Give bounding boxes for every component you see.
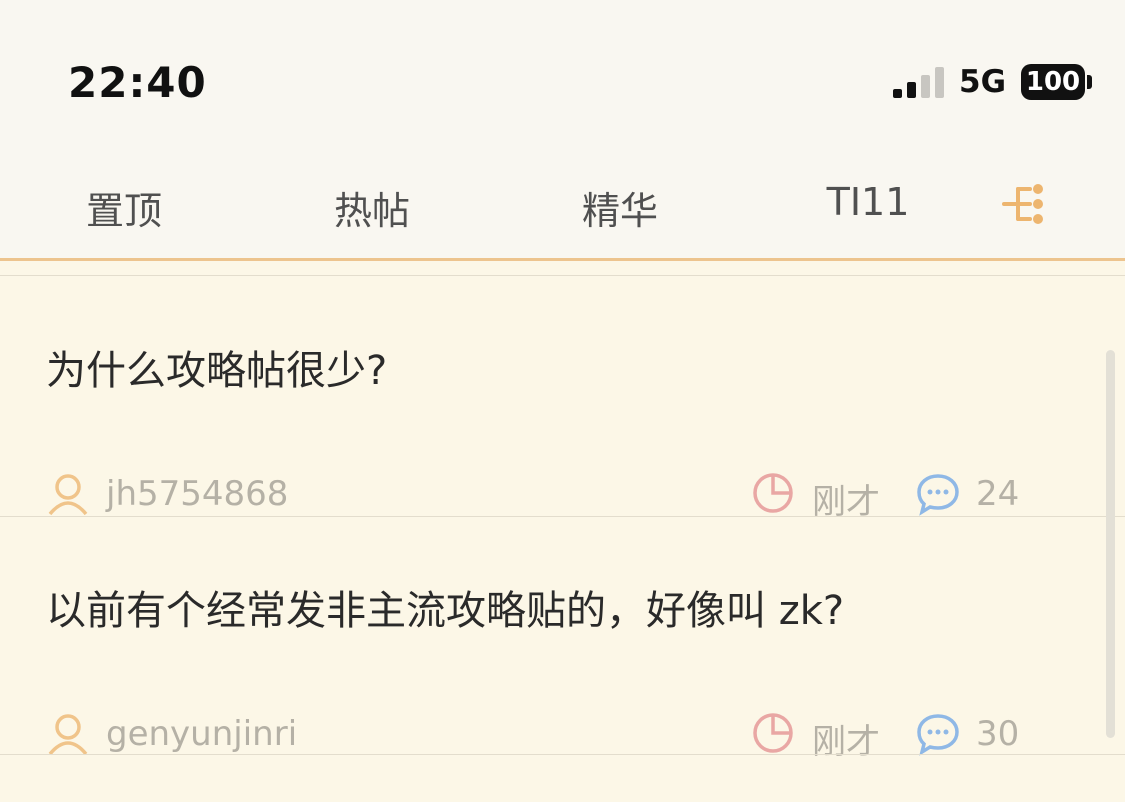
post-author[interactable]: genyunjinri: [106, 714, 297, 754]
post-list[interactable]: 为什么攻略帖很少? jh5754868 刚才 24 以前有个经常发非主流攻略贴的…: [0, 261, 1125, 802]
post-comment-count: 24: [976, 474, 1020, 514]
tab-hot[interactable]: 热帖: [310, 180, 434, 233]
post-item[interactable]: 为什么攻略帖很少? jh5754868 刚才 24: [0, 276, 1125, 522]
user-icon: [48, 714, 88, 756]
clock-pie-icon: [753, 473, 793, 513]
comment-icon: [917, 474, 959, 516]
user-icon: [48, 474, 88, 516]
post-author[interactable]: jh5754868: [106, 474, 288, 514]
scrollbar[interactable]: [1106, 350, 1115, 738]
battery-tip: [1087, 75, 1092, 89]
post-item[interactable]: 以前有个经常发非主流攻略贴的，好像叫 zk? genyunjinri 刚才 30: [0, 516, 1125, 762]
tree-structure-icon[interactable]: [1000, 182, 1046, 226]
tab-bar: 置顶 热帖 精华 TI11: [0, 150, 1125, 258]
comment-icon: [917, 714, 959, 756]
post-title[interactable]: 以前有个经常发非主流攻略贴的，好像叫 zk?: [46, 578, 844, 636]
tab-ti11[interactable]: TI11: [810, 180, 926, 230]
network-type: 5G: [959, 64, 1007, 100]
clock-pie-icon: [753, 713, 793, 753]
tab-featured[interactable]: 精华: [558, 180, 682, 233]
list-divider: [0, 754, 1125, 755]
tab-pinned[interactable]: 置顶: [62, 180, 186, 233]
status-time: 22:40: [68, 58, 207, 107]
post-comment-count: 30: [976, 714, 1020, 754]
post-title[interactable]: 为什么攻略帖很少?: [46, 338, 387, 396]
cellular-signal-icon: [893, 66, 945, 98]
post-time: 刚才: [812, 722, 880, 762]
battery-icon: 100: [1021, 64, 1085, 100]
status-bar: 22:40 5G 100: [0, 0, 1125, 150]
